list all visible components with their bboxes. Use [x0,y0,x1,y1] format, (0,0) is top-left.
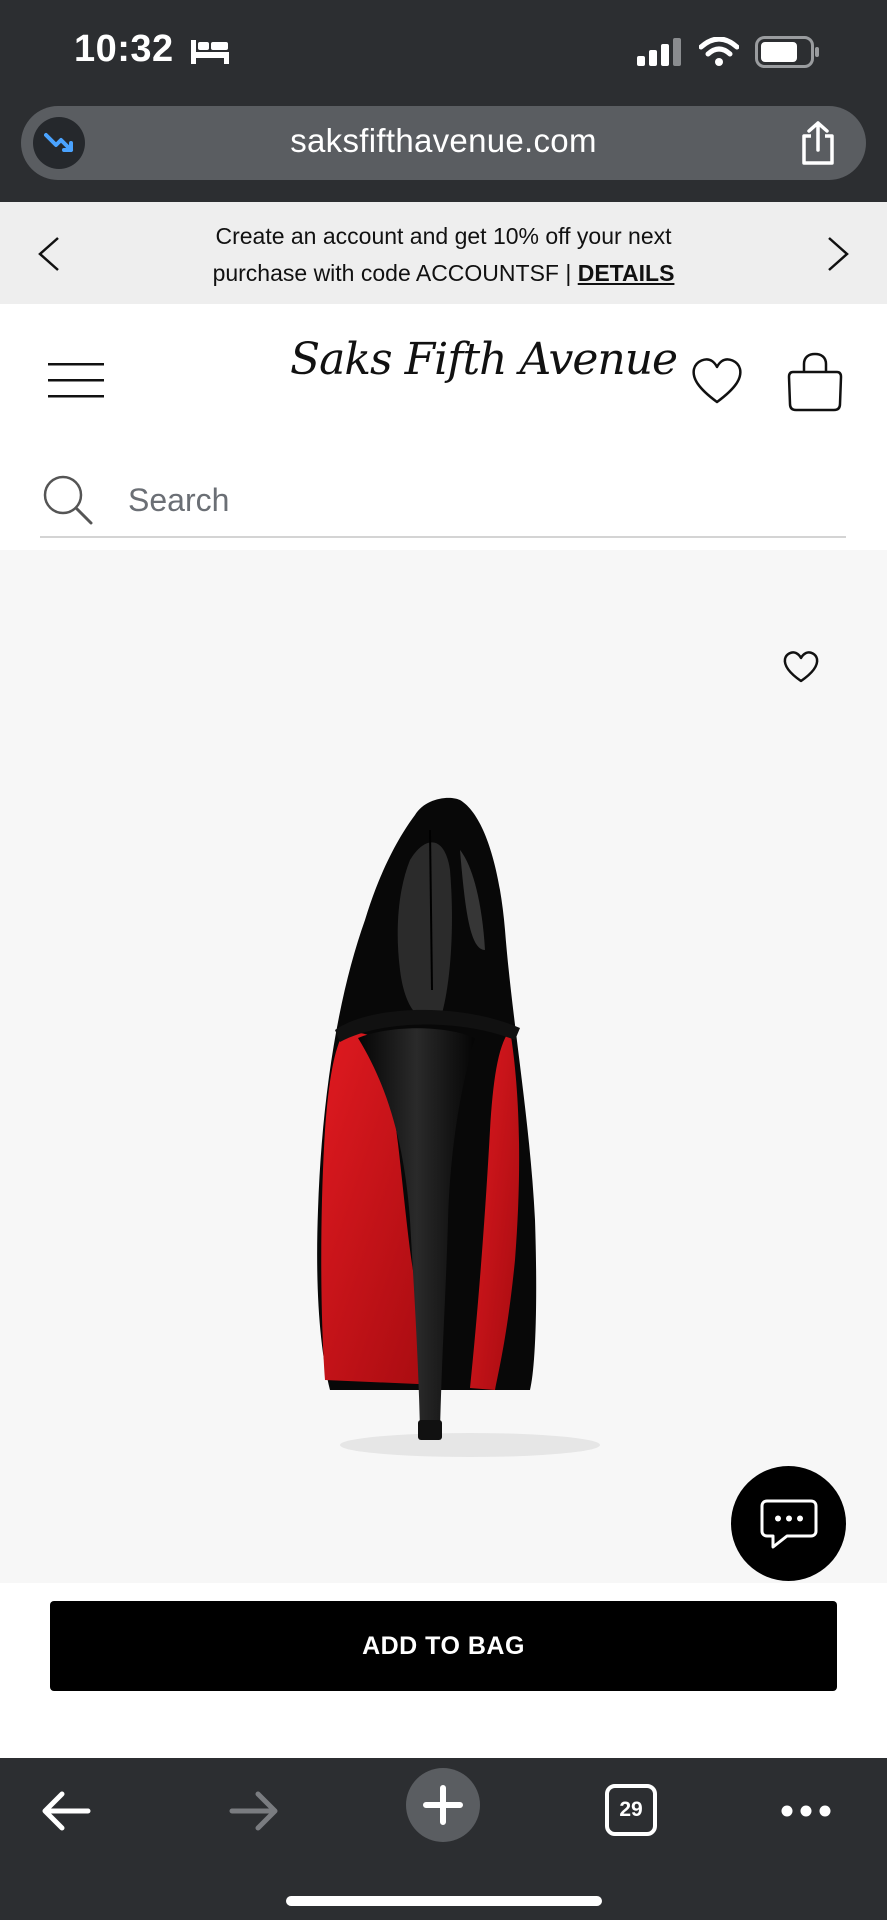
promo-text: Create an account and get 10% off your n… [120,218,767,292]
add-to-bag-area: ADD TO BAG [0,1583,887,1758]
site-header: Saks Fifth Avenue [0,304,887,444]
more-button[interactable] [778,1788,834,1834]
promo-line-2: purchase with code ACCOUNTSF | DETAILS [120,255,767,292]
shopping-bag-icon[interactable] [786,352,844,412]
wifi-icon [699,37,739,66]
chat-icon [760,1499,817,1548]
more-icon [781,1805,831,1817]
url-text[interactable]: saksfifthavenue.com [21,122,866,160]
browser-toolbar: 29 [0,1758,887,1920]
promo-code-text: purchase with code ACCOUNTSF | [212,260,578,286]
add-to-bag-button[interactable]: ADD TO BAG [50,1601,837,1691]
new-tab-plus-icon [423,1785,463,1825]
chevron-left-icon[interactable] [30,234,70,274]
browser-top-chrome: 10:32 saksfifthavenue.com [0,0,887,202]
product-image-area [0,550,887,1583]
signal-icon [637,38,681,66]
promo-line-1: Create an account and get 10% off your n… [215,223,672,249]
forward-arrow-icon [229,1791,278,1831]
share-icon[interactable] [798,120,838,166]
saks-logo[interactable]: Saks Fifth Avenue [290,334,678,385]
heart-icon[interactable] [690,356,744,406]
back-button[interactable] [38,1788,94,1834]
product-image[interactable] [300,790,640,1470]
forward-button[interactable] [226,1788,282,1834]
promo-details-link[interactable]: DETAILS [578,260,675,286]
search-bar [40,466,846,538]
bed-icon [191,40,229,64]
favorite-heart-icon[interactable] [782,650,820,684]
new-tab-button[interactable] [406,1768,480,1842]
tabs-icon[interactable]: 29 [605,1784,657,1836]
battery-icon [755,36,819,68]
search-icon[interactable] [42,474,94,526]
status-time: 10:32 [74,28,174,70]
chevron-right-icon[interactable] [817,234,857,274]
status-icons [637,36,821,68]
search-input[interactable] [128,480,808,520]
home-indicator [286,1896,602,1906]
chat-button[interactable] [731,1466,846,1581]
back-arrow-icon [42,1791,91,1831]
promo-banner: Create an account and get 10% off your n… [0,202,887,304]
url-bar[interactable]: saksfifthavenue.com [21,106,866,180]
menu-icon[interactable] [48,362,104,398]
